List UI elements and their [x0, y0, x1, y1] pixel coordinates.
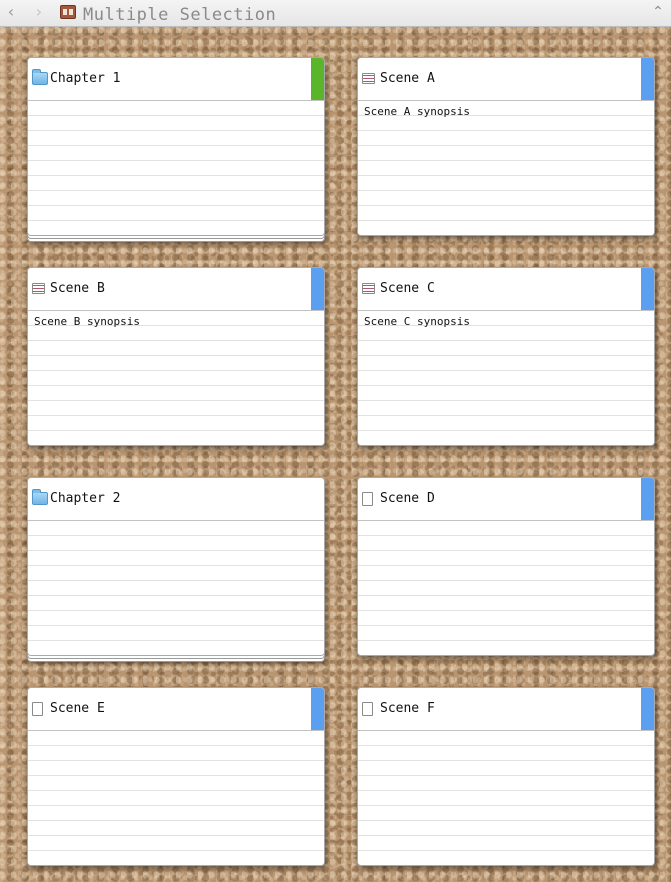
index-card-scene-d[interactable]: Scene D — [357, 477, 655, 656]
card-synopsis-area[interactable]: Scene B synopsis — [28, 311, 324, 445]
card-synopsis-area[interactable] — [358, 521, 654, 655]
card-synopsis: Scene B synopsis — [34, 315, 140, 328]
card-synopsis-area[interactable] — [28, 521, 324, 655]
card-header: Scene E — [28, 688, 324, 731]
index-card-scene-b[interactable]: Scene B Scene B synopsis — [27, 267, 325, 446]
blank-document-icon — [362, 492, 373, 506]
index-card-chapter-2[interactable]: Chapter 2 — [27, 477, 325, 656]
index-card-scene-c[interactable]: Scene C Scene C synopsis — [357, 267, 655, 446]
card-synopsis: Scene C synopsis — [364, 315, 470, 328]
blank-document-icon — [32, 702, 43, 716]
card-title: Scene C — [380, 281, 435, 296]
window-title: Multiple Selection — [83, 5, 277, 25]
label-color-bar — [641, 478, 654, 520]
card-synopsis-area[interactable] — [28, 101, 324, 235]
card-header: Scene C — [358, 268, 654, 311]
card-synopsis-area[interactable]: Scene A synopsis — [358, 101, 654, 235]
label-color-bar — [641, 688, 654, 730]
card-synopsis-area[interactable] — [358, 731, 654, 865]
card-title: Chapter 2 — [50, 491, 121, 506]
card-synopsis: Scene A synopsis — [364, 105, 470, 118]
card-title: Scene A — [380, 71, 435, 86]
text-document-icon — [362, 283, 375, 294]
card-title: Scene D — [380, 491, 435, 506]
label-color-bar — [641, 268, 654, 310]
folder-icon — [32, 489, 48, 505]
card-header: Scene D — [358, 478, 654, 521]
text-document-icon — [32, 283, 45, 294]
label-color-bar — [311, 58, 324, 100]
card-synopsis-area[interactable] — [28, 731, 324, 865]
index-card-scene-f[interactable]: Scene F — [357, 687, 655, 866]
index-card-chapter-1[interactable]: Chapter 1 — [27, 57, 325, 236]
card-header: Scene F — [358, 688, 654, 731]
card-header: Scene A — [358, 58, 654, 101]
label-color-bar — [641, 58, 654, 100]
folder-icon — [32, 69, 48, 85]
card-header: Chapter 1 — [28, 58, 324, 101]
card-title: Scene F — [380, 701, 435, 716]
card-synopsis-area[interactable]: Scene C synopsis — [358, 311, 654, 445]
card-header: Scene B — [28, 268, 324, 311]
index-card-scene-e[interactable]: Scene E — [27, 687, 325, 866]
card-title: Chapter 1 — [50, 71, 121, 86]
label-color-bar — [311, 268, 324, 310]
forward-arrow-icon[interactable]: › — [30, 2, 48, 22]
text-document-icon — [362, 73, 375, 84]
card-title: Scene E — [50, 701, 105, 716]
blank-document-icon — [362, 702, 373, 716]
back-arrow-icon[interactable]: ‹ — [2, 2, 20, 22]
collapse-chevron-icon[interactable]: ⌃ — [651, 2, 665, 22]
corkboard-icon — [60, 5, 76, 19]
index-card-scene-a[interactable]: Scene A Scene A synopsis — [357, 57, 655, 236]
card-header: Chapter 2 — [28, 478, 324, 521]
title-bar: ‹ › Multiple Selection ⌃ — [0, 0, 671, 27]
card-title: Scene B — [50, 281, 105, 296]
label-color-bar — [311, 688, 324, 730]
